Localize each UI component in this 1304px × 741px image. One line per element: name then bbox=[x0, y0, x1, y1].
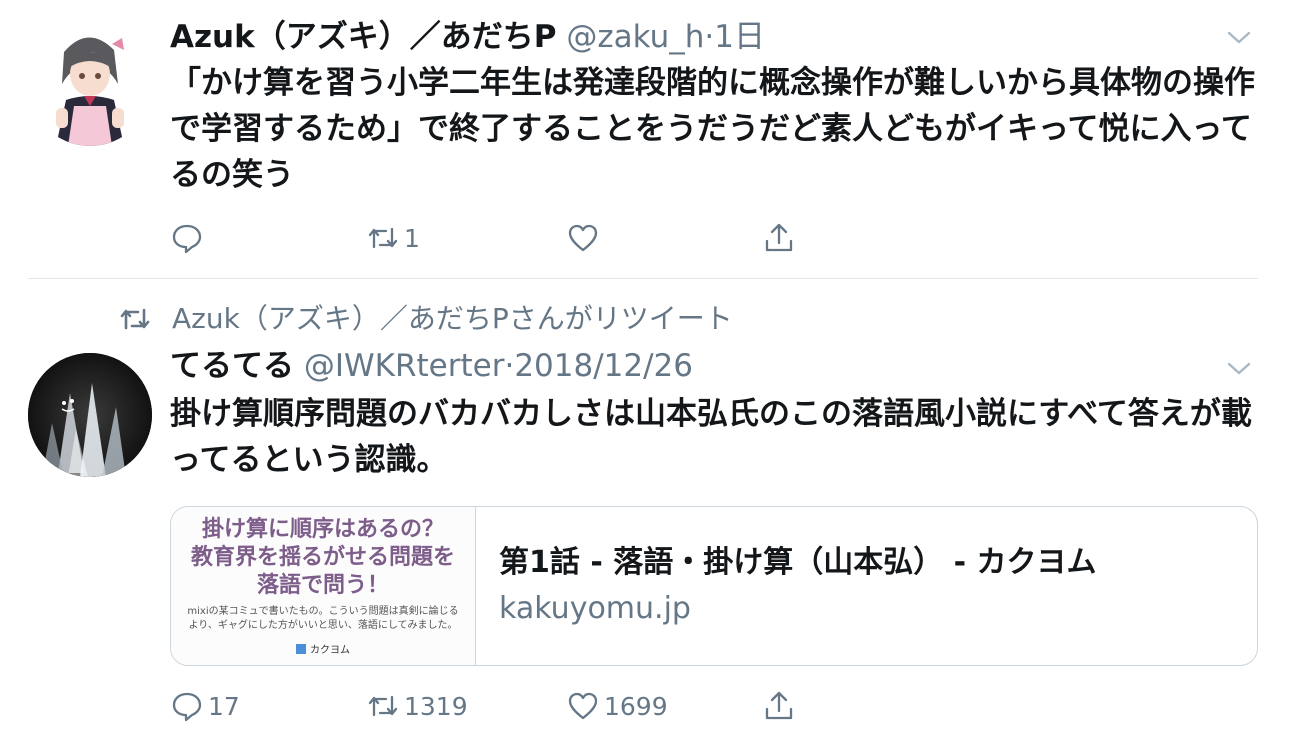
avatar[interactable] bbox=[28, 22, 152, 146]
author-handle[interactable]: @zaku_h bbox=[566, 19, 704, 55]
retweet-button[interactable]: 1319 bbox=[366, 686, 468, 726]
chevron-down-icon[interactable] bbox=[1226, 30, 1252, 46]
share-icon bbox=[765, 223, 793, 252]
reply-button[interactable]: 17 bbox=[170, 686, 240, 726]
tweet-time[interactable]: 1日 bbox=[714, 19, 765, 55]
link-card-domain: kakuyomu.jp bbox=[499, 591, 691, 626]
thumbnail-description: mixiの某コミュで書いたもの。こういう問題は真剣に論じる より、ギャグにした方… bbox=[187, 606, 459, 631]
retweet-count: 1 bbox=[404, 223, 420, 253]
link-card-thumbnail: 掛け算に順序はあるの？ 教育界を揺るがせる問題を 落語で問う！ mixiの某コミ… bbox=[171, 507, 476, 665]
like-icon bbox=[568, 224, 598, 252]
author-name[interactable]: てるてる bbox=[170, 348, 294, 384]
share-button[interactable] bbox=[762, 686, 796, 726]
thumbnail-title: 掛け算に順序はあるの？ 教育界を揺るがせる問題を 落語で問う！ bbox=[190, 516, 455, 598]
like-icon bbox=[568, 692, 598, 720]
tweet-text: 掛け算順序問題のバカバカしさは山本弘氏のこの落語風小説にすべて答えが載ってるとい… bbox=[170, 396, 1252, 478]
retweet-banner-text[interactable]: Azuk（アズキ）／あだちPさんがリツイート bbox=[172, 301, 733, 337]
tweet-text: 「かけ算を習う小学二年生は発達段階的に概念操作が難しいから具体物の操作で学習する… bbox=[170, 65, 1255, 193]
retweet-icon bbox=[368, 227, 398, 249]
thumbnail-brand: カクヨム bbox=[171, 641, 475, 656]
reply-button[interactable] bbox=[170, 218, 208, 258]
share-button[interactable] bbox=[762, 218, 796, 258]
retweet-button[interactable]: 1 bbox=[366, 218, 420, 258]
tweet-1[interactable]: Azuk（アズキ）／あだちP @zaku_h·1日 「かけ算を習う小学二年生は発… bbox=[0, 0, 1304, 278]
like-button[interactable]: 1699 bbox=[566, 686, 668, 726]
meta-separator: · bbox=[704, 19, 715, 55]
share-icon bbox=[765, 691, 793, 720]
tweet-header: てるてる @IWKRterter·2018/12/26 bbox=[170, 347, 693, 385]
retweet-banner: Azuk（アズキ）／あだちPさんがリツイート bbox=[118, 301, 733, 337]
thumbnail-brand-text: カクヨム bbox=[310, 645, 350, 656]
like-count: 1699 bbox=[604, 691, 668, 721]
avatar[interactable] bbox=[28, 353, 152, 477]
retweet-count: 1319 bbox=[404, 691, 468, 721]
like-button[interactable] bbox=[566, 218, 604, 258]
meta-separator: · bbox=[504, 348, 515, 384]
tweet-actions: 1 bbox=[170, 218, 810, 258]
link-card[interactable]: 掛け算に順序はあるの？ 教育界を揺るがせる問題を 落語で問う！ mixiの某コミ… bbox=[170, 506, 1258, 666]
author-handle[interactable]: @IWKRterter bbox=[304, 348, 505, 384]
retweet-icon bbox=[368, 695, 398, 717]
tweet-actions: 17 1319 1699 bbox=[170, 686, 810, 726]
reply-count: 17 bbox=[208, 691, 240, 721]
chevron-down-icon[interactable] bbox=[1226, 361, 1252, 377]
reply-icon bbox=[172, 692, 202, 722]
retweet-icon bbox=[120, 308, 150, 330]
reply-icon bbox=[172, 224, 202, 254]
author-name[interactable]: Azuk（アズキ）／あだちP bbox=[170, 19, 556, 55]
kakuyomu-logo-icon bbox=[296, 643, 306, 654]
tweet-header: Azuk（アズキ）／あだちP @zaku_h·1日 bbox=[170, 18, 765, 56]
link-card-title[interactable]: 第1話 - 落語・掛け算（山本弘） - カクヨム bbox=[499, 537, 1097, 581]
tweet-time[interactable]: 2018/12/26 bbox=[514, 348, 693, 384]
